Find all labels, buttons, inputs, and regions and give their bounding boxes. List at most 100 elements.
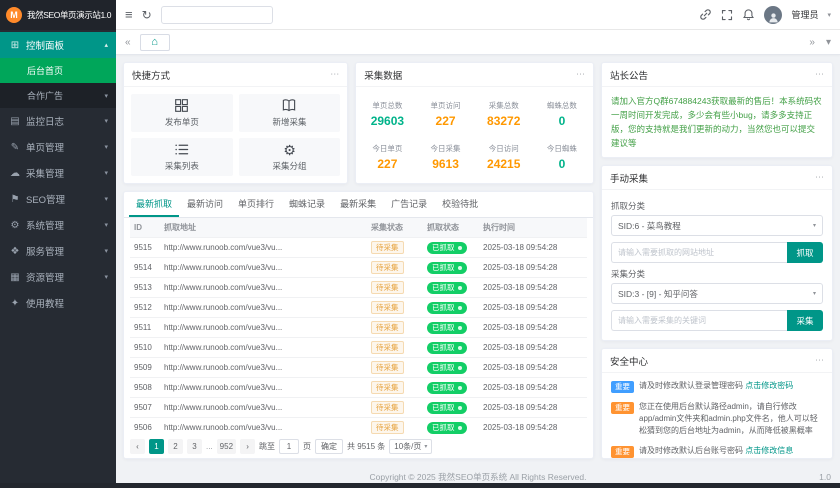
jump-confirm-button[interactable]: 确定 (315, 439, 343, 454)
sidebar-item-seo-manage[interactable]: ⚑ SEO管理 ▾ (0, 186, 116, 212)
collect-status-badge: 待采集 (371, 421, 404, 434)
sidebar-item-home[interactable]: 后台首页 (0, 58, 116, 83)
collect-group-select[interactable]: SID:3 - [9] - 知乎问答 ▾ (611, 283, 823, 304)
dashboard-icon: ⊞ (8, 40, 22, 51)
tab-latest-grab[interactable]: 最新抓取 (129, 192, 179, 217)
tab-latest-visit[interactable]: 最新访问 (180, 192, 230, 217)
stat-today-visits: 今日访问 24215 (475, 135, 533, 178)
more-icon[interactable]: ⋯ (576, 69, 585, 80)
collect-status-badge: 待采集 (371, 361, 404, 374)
prev-page-button[interactable]: ‹ (130, 439, 145, 454)
change-info-link[interactable]: 点击修改信息 (745, 446, 793, 455)
cell-url: http://www.runoob.com/vue3/vu... (164, 323, 371, 332)
chevron-down-icon: ▾ (104, 143, 108, 151)
publish-page-button[interactable]: 发布单页 (131, 94, 233, 132)
sidebar-item-tutorial[interactable]: ✦ 使用教程 (0, 290, 116, 316)
security-text: 请及时修改默认后台账号密码 (639, 446, 743, 455)
refresh-icon[interactable]: ↻ (142, 9, 152, 21)
card-title: 站长公告 (610, 68, 648, 82)
sidebar-toggle-icon[interactable]: ≡ (125, 8, 133, 21)
cell-time: 2025-03-18 09:54:28 (483, 303, 587, 312)
sidebar-item-dashboard[interactable]: ⊞ 控制面板 ▴ (0, 32, 116, 58)
sidebar-item-service-manage[interactable]: ❖ 服务管理 ▾ (0, 238, 116, 264)
sidebar-item-resource-manage[interactable]: ▦ 资源管理 ▾ (0, 264, 116, 290)
top-row: 快捷方式 ⋯ 发布单页 (123, 62, 594, 184)
jump-page-input[interactable] (279, 439, 299, 454)
add-collect-button[interactable]: 新增采集 (239, 94, 341, 132)
cell-time: 2025-03-18 09:54:28 (483, 243, 587, 252)
fullscreen-icon[interactable] (721, 9, 733, 21)
more-icon[interactable]: ⋯ (815, 355, 824, 366)
search-input[interactable] (161, 6, 273, 24)
cell-id: 9515 (130, 243, 164, 252)
cell-time: 2025-03-18 09:54:28 (483, 363, 587, 372)
collect-group-button[interactable]: ⚙ 采集分组 (239, 138, 341, 176)
collect-status-badge: 待采集 (371, 401, 404, 414)
stat-today-spider: 今日蜘蛛 0 (533, 135, 591, 178)
cell-url: http://www.runoob.com/vue3/vu... (164, 263, 371, 272)
page-tabbar: « ⌂ » ▾ (116, 30, 840, 55)
tab-menu-icon[interactable]: ▾ (824, 37, 833, 48)
collect-keyword-input[interactable] (611, 310, 787, 331)
sidebar-item-label: 系统管理 (26, 218, 104, 232)
tab-scroll-left-icon[interactable]: « (123, 37, 133, 48)
chevron-down-icon: ▾ (104, 195, 108, 203)
grab-url-input[interactable] (611, 242, 787, 263)
collect-group-value: SID:3 - [9] - 知乎问答 (618, 288, 698, 300)
chevron-down-icon[interactable]: ▾ (827, 11, 831, 19)
cell-id: 9509 (130, 363, 164, 372)
tab-spider-log[interactable]: 蜘蛛记录 (282, 192, 332, 217)
chevron-down-icon: ▾ (104, 273, 108, 281)
username[interactable]: 管理员 (791, 8, 818, 21)
page-button-2[interactable]: 2 (168, 439, 183, 454)
sidebar-item-monitor-logs[interactable]: ▤ 监控日志 ▾ (0, 108, 116, 134)
tab-scroll-right-icon[interactable]: » (807, 37, 817, 48)
seo-manage-icon: ⚑ (8, 194, 22, 205)
next-page-button[interactable]: › (240, 439, 255, 454)
grab-status-badge: 已抓取 (427, 262, 467, 274)
table-row: 9513 http://www.runoob.com/vue3/vu... 待采… (130, 278, 587, 298)
link-icon[interactable] (699, 8, 712, 21)
tab-verify-pending[interactable]: 校验待批 (435, 192, 485, 217)
sidebar-item-collect-manage[interactable]: ☁ 采集管理 ▾ (0, 160, 116, 186)
grab-group-select[interactable]: SID:6 - 菜鸟教程 ▾ (611, 215, 823, 236)
stats-grid: 单页总数 29603 单页访问 227 采集总数 83272 (356, 87, 593, 183)
grab-status-badge: 已抓取 (427, 342, 467, 354)
tab-latest-collect[interactable]: 最新采集 (333, 192, 383, 217)
cell-time: 2025-03-18 09:54:28 (483, 283, 587, 292)
grab-button[interactable]: 抓取 (787, 242, 823, 263)
card-title: 手动采集 (610, 171, 648, 185)
collect-manage-icon: ☁ (8, 168, 22, 179)
change-password-link[interactable]: 点击修改密码 (745, 381, 793, 390)
security-text: 您正在使用后台默认路径admin，请自行修改 app/admin文件夹和admi… (639, 402, 818, 435)
page-manage-icon: ✎ (8, 142, 22, 153)
page-button-last[interactable]: 952 (217, 439, 236, 454)
security-item: 重要 请及时修改默认登录管理密码 点击修改密码 (611, 380, 823, 393)
avatar[interactable] (764, 6, 782, 24)
manual-collect-card: 手动采集 ⋯ 抓取分类 SID:6 - 菜鸟教程 ▾ 抓取 采集分 (601, 165, 833, 341)
jump-unit: 页 (303, 441, 311, 452)
sidebar-item-coop-ads[interactable]: 合作广告 ▾ (0, 83, 116, 108)
more-icon[interactable]: ⋯ (815, 69, 824, 80)
sidebar-item-page-manage[interactable]: ✎ 单页管理 ▾ (0, 134, 116, 160)
sidebar: M 我然SEO单页演示站1.0 ⊞ 控制面板 ▴ 后台首页 合作广告 ▾ ▤ 监… (0, 0, 116, 488)
cell-url: http://www.runoob.com/vue3/vu... (164, 303, 371, 312)
tab-ad-log[interactable]: 广告记录 (384, 192, 434, 217)
page-button-3[interactable]: 3 (187, 439, 202, 454)
page-button-1[interactable]: 1 (149, 439, 164, 454)
topbar: ≡ ↻ 管理员 ▾ (116, 0, 840, 30)
main-area: ≡ ↻ 管理员 ▾ « ⌂ (116, 0, 840, 488)
per-page-select[interactable]: 10条/页 ▾ (389, 439, 432, 454)
bell-icon[interactable] (742, 8, 755, 21)
version-label: 1.0 (819, 472, 831, 482)
collect-list-button[interactable]: 采集列表 (131, 138, 233, 176)
quick-actions-card: 快捷方式 ⋯ 发布单页 (123, 62, 348, 184)
collect-button[interactable]: 采集 (787, 310, 823, 331)
more-icon[interactable]: ⋯ (330, 69, 339, 80)
grab-status-badge: 已抓取 (427, 302, 467, 314)
sidebar-item-system-manage[interactable]: ⚙ 系统管理 ▾ (0, 212, 116, 238)
tab-page-rank[interactable]: 单页排行 (231, 192, 281, 217)
home-icon: ⌂ (151, 36, 158, 48)
tab-home[interactable]: ⌂ (140, 34, 170, 51)
more-icon[interactable]: ⋯ (815, 172, 824, 183)
